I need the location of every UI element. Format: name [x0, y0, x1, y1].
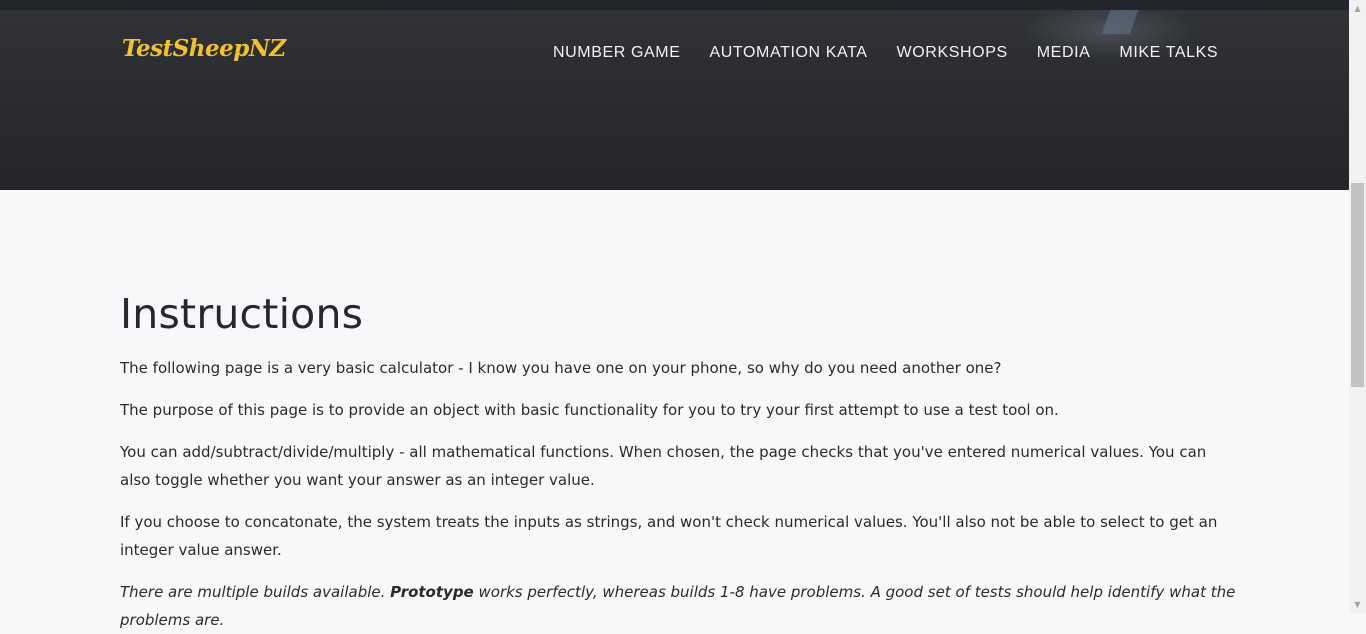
nav-link-media[interactable]: MEDIA — [1037, 44, 1091, 61]
main-content: Instructions The following page is a ver… — [120, 190, 1240, 634]
site-logo[interactable]: TestSheepNZ — [122, 35, 286, 62]
scroll-up-arrow-icon[interactable]: ▲ — [1349, 0, 1366, 17]
nav-link-number-game[interactable]: NUMBER GAME — [553, 44, 681, 61]
main-nav: NUMBER GAME AUTOMATION KATA WORKSHOPS ME… — [553, 42, 1218, 62]
scroll-down-arrow-icon[interactable]: ▼ — [1349, 596, 1366, 613]
builds-note-intro: There are multiple builds available. — [120, 583, 391, 601]
scrollbar-thumb[interactable] — [1351, 183, 1364, 387]
nav-item-automation-kata: AUTOMATION KATA — [710, 42, 868, 62]
nav-link-mike-talks[interactable]: MIKE TALKS — [1119, 44, 1218, 61]
nav-item-mike-talks: MIKE TALKS — [1119, 42, 1218, 62]
page-title: Instructions — [120, 290, 364, 338]
nav-item-number-game: NUMBER GAME — [553, 42, 681, 62]
builds-note: There are multiple builds available. Pro… — [120, 578, 1240, 634]
page-scrollbar[interactable]: ▲ ▼ — [1349, 0, 1366, 613]
instructions-paragraph-3: You can add/subtract/divide/multiply - a… — [120, 443, 1207, 489]
instructions-paragraph-2: The purpose of this page is to provide a… — [120, 401, 1059, 419]
top-strip — [0, 0, 1349, 10]
nav-item-media: MEDIA — [1037, 42, 1091, 62]
hero-header: TestSheepNZ NUMBER GAME AUTOMATION KATA … — [0, 10, 1349, 190]
nav-link-workshops[interactable]: WORKSHOPS — [897, 44, 1008, 61]
nav-link-automation-kata[interactable]: AUTOMATION KATA — [710, 44, 868, 61]
instructions-paragraph-4: If you choose to concatonate, the system… — [120, 513, 1218, 559]
instructions-paragraph-1: The following page is a very basic calcu… — [120, 359, 1002, 377]
nav-item-workshops: WORKSHOPS — [897, 42, 1008, 62]
builds-note-prototype: Prototype — [390, 583, 474, 601]
